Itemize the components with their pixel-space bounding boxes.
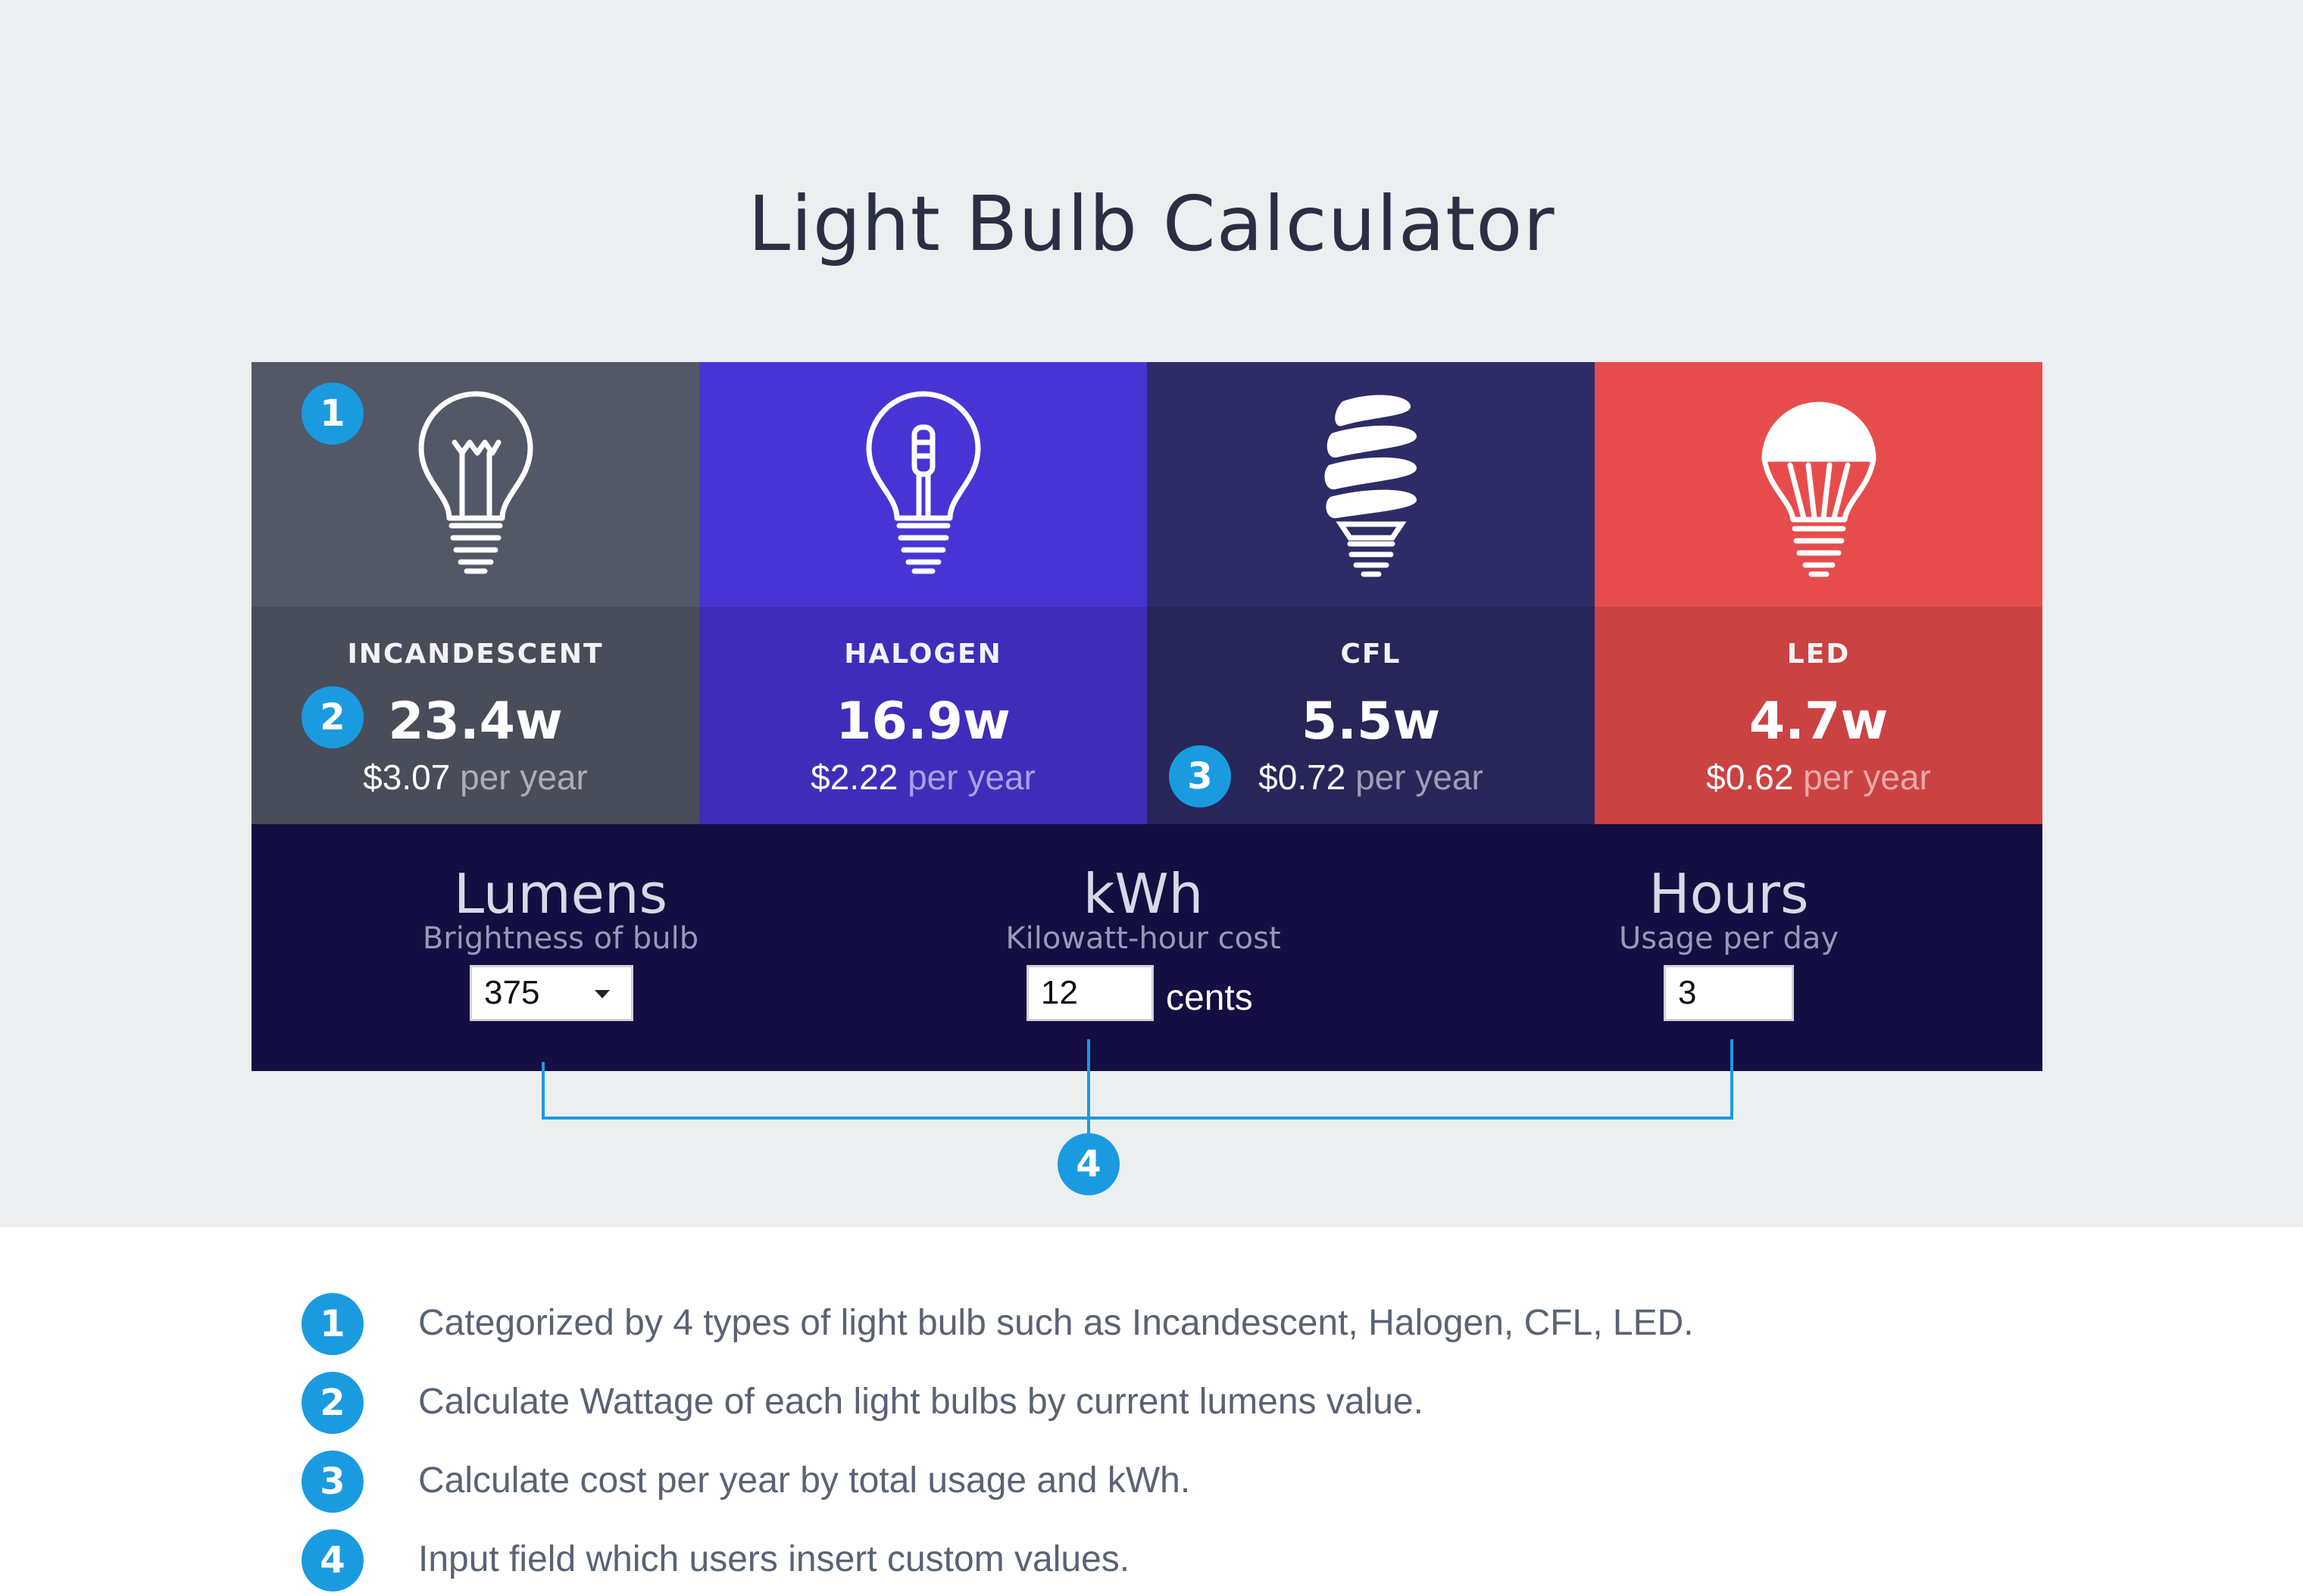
legend-badge: 3 <box>302 1451 364 1513</box>
bulb-info: LED 4.7w $0.62 per year <box>1595 607 2042 824</box>
legend-text: Input field which users insert custom va… <box>418 1539 1130 1579</box>
bulb-name: INCANDESCENT <box>347 639 604 670</box>
bulb-card-led: LED 4.7w $0.62 per year <box>1595 362 2042 824</box>
legend-text: Calculate Wattage of each light bulbs by… <box>418 1382 1423 1422</box>
legend-badge: 4 <box>302 1529 364 1591</box>
lumens-title: Lumens <box>453 862 668 926</box>
legend-text: Calculate cost per year by total usage a… <box>418 1460 1191 1501</box>
cost-unit: per year <box>1355 757 1483 797</box>
kwh-value: 12 <box>1041 974 1078 1011</box>
annotation-badge-2: 2 <box>302 686 364 748</box>
calculator-controls: Lumens Brightness of bulb 375 kWh Kilowa… <box>252 824 2042 1071</box>
bulb-cost: $2.22 per year <box>699 757 1147 798</box>
cost-unit: per year <box>908 757 1036 797</box>
bulb-name: HALOGEN <box>844 639 1002 670</box>
chevron-down-icon[interactable] <box>595 990 610 998</box>
bulb-name: CFL <box>1340 639 1401 670</box>
bulb-info: HALOGEN 16.9w $2.22 per year <box>699 607 1147 824</box>
halogen-bulb-icon <box>866 391 980 574</box>
bulb-cost: $3.07 per year <box>252 757 699 798</box>
cfl-bulb-icon <box>1323 395 1417 577</box>
bulb-wattage: 16.9w <box>836 692 1011 751</box>
kwh-unit: cents <box>1166 978 1253 1018</box>
legend-badge: 2 <box>302 1372 364 1434</box>
cost-value: $2.22 <box>811 757 898 797</box>
bulb-icon-area <box>1595 362 2042 607</box>
lumens-select[interactable]: 375 <box>470 965 633 1021</box>
bulb-wattage: 5.5w <box>1301 692 1441 751</box>
legend-text: Categorized by 4 types of light bulb suc… <box>418 1303 1694 1343</box>
bulb-icon-area <box>699 362 1147 607</box>
incandescent-bulb-icon <box>418 391 533 574</box>
led-bulb-icon <box>1761 401 1876 577</box>
lumens-subtitle: Brightness of bulb <box>422 921 699 956</box>
annotation-badge-3: 3 <box>1169 745 1231 807</box>
bulb-cost: $0.62 per year <box>1595 757 2042 798</box>
bulb-wattage: 4.7w <box>1748 692 1889 751</box>
light-bulb-calculator: INCANDESCENT 23.4w $3.07 per year HALOGE… <box>252 362 2042 1071</box>
cost-value: $0.62 <box>1706 757 1794 797</box>
lumens-value: 375 <box>484 974 540 1011</box>
cost-unit: per year <box>1803 757 1931 797</box>
hours-title: Hours <box>1648 862 1809 926</box>
cost-value: $0.72 <box>1258 757 1346 797</box>
hours-input[interactable]: 3 <box>1664 965 1794 1021</box>
bulb-icon-area <box>1147 362 1595 607</box>
legend-badge: 1 <box>302 1293 364 1355</box>
cost-unit: per year <box>460 757 588 797</box>
cost-value: $3.07 <box>363 757 451 797</box>
hours-value: 3 <box>1678 974 1697 1011</box>
kwh-input[interactable]: 12 <box>1027 965 1154 1021</box>
calculator-showcase: Light Bulb Calculator INCANDESCENT 23.4w <box>0 0 2303 1227</box>
bulb-card-halogen: HALOGEN 16.9w $2.22 per year <box>699 362 1147 824</box>
annotation-badge-4: 4 <box>1058 1133 1120 1195</box>
bulb-name: LED <box>1786 639 1851 670</box>
kwh-title: kWh <box>1083 862 1204 926</box>
annotation-badge-1: 1 <box>302 383 364 445</box>
kwh-subtitle: Kilowatt-hour cost <box>1005 921 1281 956</box>
hours-subtitle: Usage per day <box>1618 921 1839 956</box>
page-title: Light Bulb Calculator <box>748 180 1555 268</box>
